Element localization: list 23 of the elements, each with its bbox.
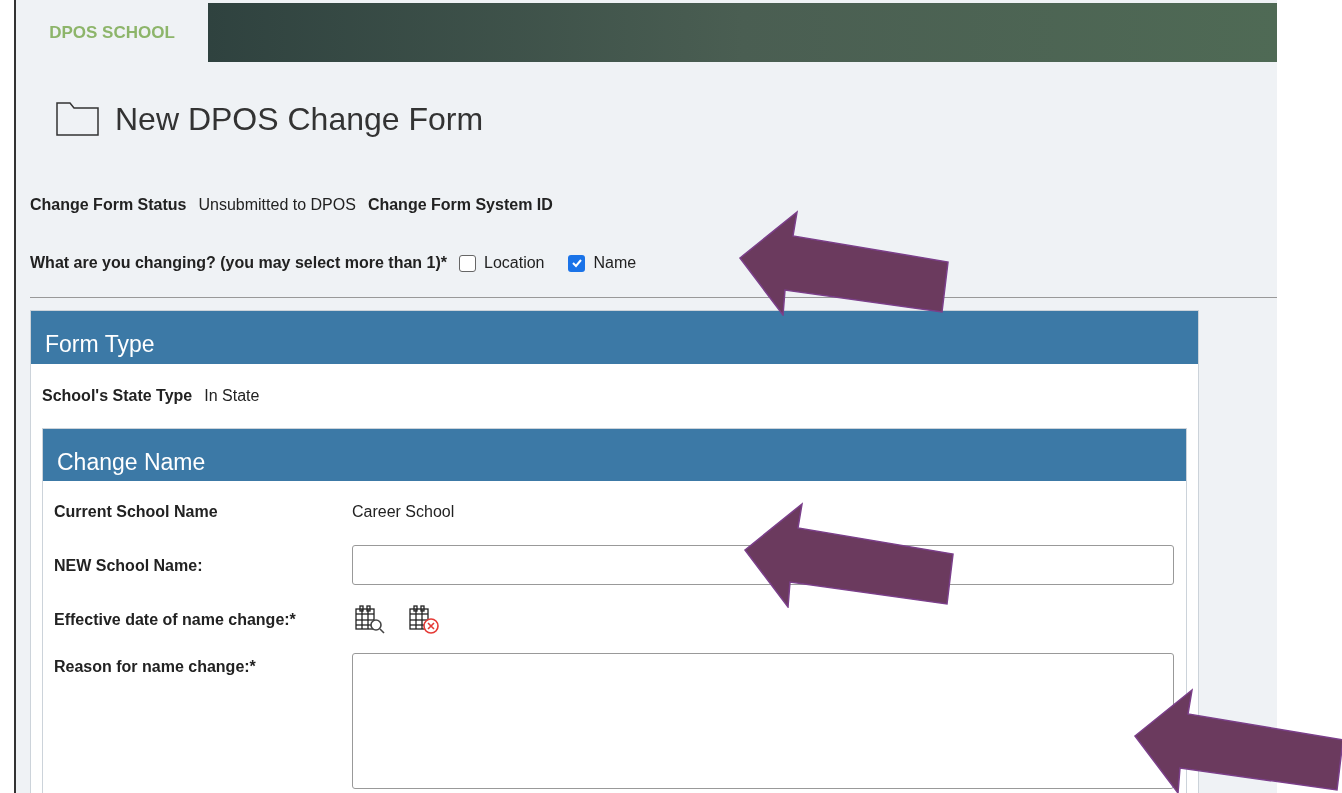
question-label: What are you changing? (you may select more than 1)* — [30, 253, 447, 273]
panel-header: Change Name — [43, 428, 1186, 481]
checkmark-icon — [571, 257, 583, 269]
text-area[interactable] — [352, 653, 1174, 789]
folder-icon — [56, 102, 99, 136]
panel-header: Form Type — [31, 311, 1198, 364]
page-title: New DPOS Change Form — [115, 100, 484, 139]
checkbox-label: Name — [593, 253, 637, 273]
status-value: Unsubmitted to DPOS — [198, 195, 356, 215]
status-label: Change Form Status — [30, 195, 187, 215]
checkbox-label: Location — [484, 253, 545, 273]
field-label: Current School Name — [54, 502, 219, 522]
nav-tab[interactable]: DPOS SCHOOL — [16, 3, 208, 62]
field-value: Career School — [352, 502, 455, 522]
state-type-label: School's State Type — [42, 385, 193, 406]
system-id-label: Change Form System ID — [367, 195, 553, 215]
field-label: Reason for name change:* — [54, 657, 257, 677]
field-label: Effective date of name change:* — [54, 610, 297, 630]
field-label: NEW School Name: — [54, 556, 204, 576]
state-type-value: In State — [204, 385, 260, 406]
checkbox[interactable] — [568, 254, 586, 272]
calendar-clear-icon[interactable] — [406, 604, 442, 634]
checkbox[interactable] — [459, 254, 476, 272]
